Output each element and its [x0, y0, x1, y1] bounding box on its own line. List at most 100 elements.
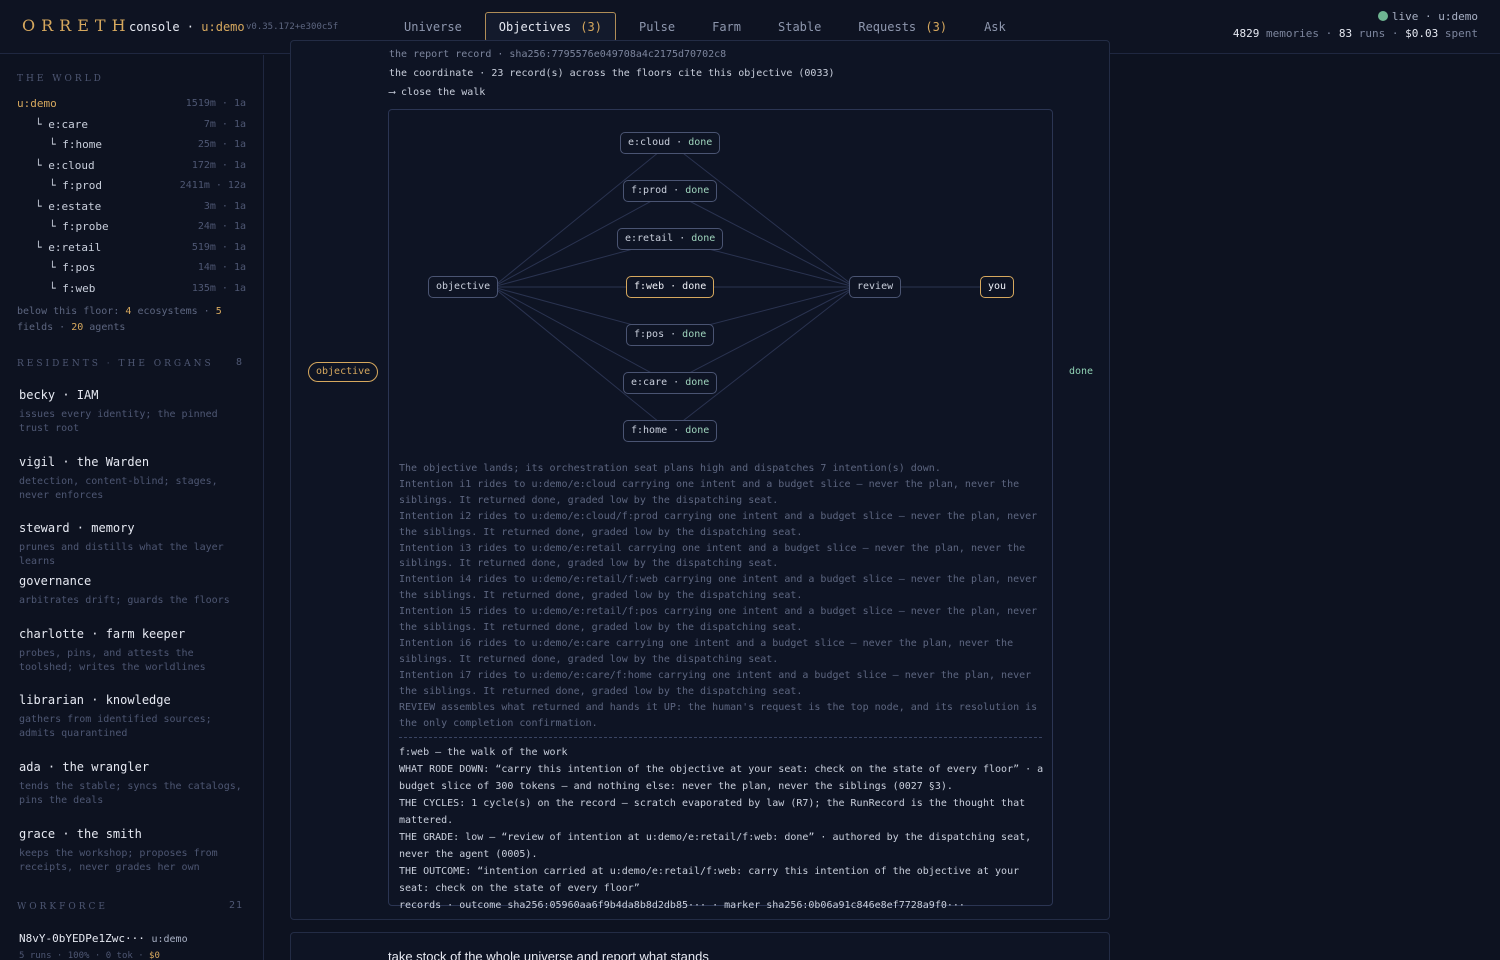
- divider: [399, 737, 1042, 738]
- tree-item[interactable]: └ f:web 135m · 1a: [0, 282, 263, 302]
- version-label: v0.35.172+e300c5f: [246, 22, 339, 32]
- organ-item[interactable]: steward · memory prunes and distills what…: [19, 521, 247, 569]
- organ-item[interactable]: governance arbitrates drift; guards the f…: [19, 574, 247, 608]
- walk-panel: objective e:cloud · done f:prod · done e:re…: [388, 109, 1053, 911]
- organ-item[interactable]: grace · the smith keeps the workshop; pro…: [19, 827, 247, 875]
- node-e-care[interactable]: e:care · done: [623, 372, 718, 394]
- node-objective[interactable]: objective: [428, 276, 499, 298]
- narrative-line: Intention i4 rides to u:demo/e:retail/f:…: [399, 574, 1038, 602]
- graph-edge: [492, 142, 671, 288]
- narrative-line: Intention i6 rides to u:demo/e:care carr…: [399, 637, 1014, 665]
- organ-title: governance: [19, 574, 92, 588]
- narrative-line: Intention i7 rides to u:demo/e:care/f:ho…: [399, 669, 1032, 697]
- narrative-line: Intention i3 rides to u:demo/e:retail ca…: [399, 542, 1026, 570]
- narrative: The objective lands; its orchestration s…: [399, 461, 1044, 731]
- tree-item[interactable]: └ e:cloud 172m · 1a: [0, 159, 263, 179]
- narrative-line: REVIEW assembles what returned and hands…: [399, 701, 1038, 729]
- status-panel: live · u:demo 4829 memories · 83 runs · …: [1232, 10, 1478, 40]
- console-label: console · u:demo: [129, 20, 245, 34]
- organ-desc: arbitrates drift; guards the floors: [19, 595, 230, 606]
- node-f-home[interactable]: f:home · done: [623, 420, 718, 442]
- narrative-line: The objective lands; its orchestration s…: [399, 463, 941, 474]
- nav-universe[interactable]: Universe: [390, 12, 476, 42]
- organ-title: librarian · knowledge: [19, 693, 171, 707]
- walk-cycles: THE CYCLES: 1 cycle(s) on the record — s…: [399, 798, 1026, 826]
- tree-item[interactable]: └ f:pos 14m · 1a: [0, 261, 263, 281]
- organ-desc: tends the stable; syncs the catalogs, pi…: [19, 781, 242, 806]
- nav-farm[interactable]: Farm: [698, 12, 755, 42]
- organ-desc: gathers from identified sources; admits …: [19, 714, 212, 739]
- tree-item[interactable]: └ f:prod 2411m · 12a: [0, 179, 263, 199]
- close-walk-link[interactable]: ⟶ close the walk: [389, 87, 485, 98]
- sidebar: THE WORLD u:demo 1519m · 1a └ e:care 7m · 1…: [0, 55, 264, 960]
- nav-count: (3): [580, 20, 602, 34]
- live-label: live · u:demo: [1391, 10, 1478, 23]
- node-e-retail[interactable]: e:retail · done: [617, 228, 724, 250]
- organ-desc: prunes and distills what the layer learn…: [19, 542, 224, 567]
- main-nav: Universe Objectives (3) Pulse Farm Stable Req…: [390, 12, 1029, 42]
- organ-title: grace · the smith: [19, 827, 142, 841]
- next-objective-card[interactable]: take stock of the whole universe and rep…: [290, 932, 1110, 960]
- organ-item[interactable]: ada · the wrangler tends the stable; sync…: [19, 760, 247, 808]
- walk-details: f:web — the walk of the work WHAT RODE D…: [399, 744, 1044, 914]
- nav-count: (3): [925, 20, 948, 34]
- organ-item[interactable]: vigil · the Warden detection, content-bli…: [19, 455, 247, 503]
- runs-count: 83: [1338, 27, 1353, 40]
- nav-pulse[interactable]: Pulse: [625, 12, 689, 42]
- organ-title: becky · IAM: [19, 388, 99, 402]
- walk-grade: THE GRADE: low — “review of intention at…: [399, 832, 1032, 860]
- narrative-line: Intention i1 rides to u:demo/e:cloud car…: [399, 478, 1020, 506]
- worker-meta: 5 runs · 100% · 0 tok · $0: [19, 951, 160, 960]
- organ-item[interactable]: charlotte · farm keeper probes, pins, and…: [19, 627, 247, 675]
- organ-title: ada · the wrangler: [19, 760, 150, 774]
- objective-badge: objective: [308, 362, 379, 382]
- below-floor-summary: below this floor: 4 ecosystems · 5 field…: [17, 306, 222, 333]
- coordinate-line: the coordinate · 23 record(s) across the…: [389, 68, 835, 79]
- node-you[interactable]: you: [980, 276, 1015, 298]
- organ-desc: probes, pins, and attests the toolshed; …: [19, 648, 206, 673]
- live-dot-icon: [1377, 11, 1388, 21]
- brand-logo[interactable]: ORRETH: [22, 16, 132, 35]
- narrative-line: Intention i5 rides to u:demo/e:retail/f:…: [399, 606, 1038, 634]
- organ-desc: keeps the workshop; proposes from receip…: [19, 848, 218, 873]
- workforce-count: 21: [228, 900, 243, 911]
- organ-item[interactable]: becky · IAM issues every identity; the pi…: [19, 388, 247, 436]
- tree-item[interactable]: └ f:probe 24m · 1a: [0, 220, 263, 240]
- organ-item[interactable]: librarian · knowledge gathers from identi…: [19, 693, 247, 741]
- tree-item[interactable]: └ e:care 7m · 1a: [0, 118, 263, 138]
- tree-item[interactable]: u:demo 1519m · 1a: [0, 97, 263, 117]
- nav-stable[interactable]: Stable: [764, 12, 835, 42]
- node-f-web[interactable]: f:web · done: [626, 276, 715, 298]
- organs-heading: RESIDENTS · THE ORGANS: [17, 359, 214, 369]
- organ-title: steward · memory: [19, 521, 135, 535]
- objective-status: done: [1069, 366, 1094, 377]
- nav-objectives[interactable]: Objectives (3): [484, 12, 616, 42]
- walk-title: f:web — the walk of the work: [399, 747, 568, 758]
- worker-item[interactable]: N8vY-0bYEDPe1Zwc··· u:demo: [19, 932, 188, 945]
- node-review[interactable]: review: [849, 276, 902, 298]
- node-f-prod[interactable]: f:prod · done: [623, 180, 718, 202]
- nav-requests[interactable]: Requests (3): [844, 12, 961, 42]
- node-f-pos[interactable]: f:pos · done: [626, 324, 715, 346]
- tree-item[interactable]: └ e:estate 3m · 1a: [0, 200, 263, 220]
- graph-edge: [669, 142, 856, 288]
- current-user: u:demo: [201, 20, 245, 34]
- workforce-heading: WORKFORCE: [17, 902, 108, 912]
- tree-item[interactable]: └ e:retail 519m · 1a: [0, 241, 263, 261]
- organ-title: charlotte · farm keeper: [19, 627, 186, 641]
- organ-desc: issues every identity; the pinned trust …: [19, 409, 218, 434]
- organ-desc: detection, content-blind; stages, never …: [19, 476, 218, 501]
- spent-amount: $0.03: [1405, 27, 1439, 40]
- nav-ask[interactable]: Ask: [970, 12, 1020, 42]
- graph-edge: [669, 286, 856, 432]
- narrative-line: Intention i2 rides to u:demo/e:cloud/f:p…: [399, 510, 1038, 538]
- walk-rode: WHAT RODE DOWN: “carry this intention of…: [399, 764, 1044, 792]
- memories-count: 4829: [1232, 27, 1260, 40]
- organs-count: 8: [235, 357, 243, 368]
- tree-item[interactable]: └ f:home 25m · 1a: [0, 138, 263, 158]
- walk-records: records · outcome sha256:05960aa6f9b4da8…: [399, 900, 965, 911]
- walk-outcome: THE OUTCOME: “intention carried at u:dem…: [399, 866, 1020, 894]
- graph-edge: [492, 286, 671, 432]
- node-e-cloud[interactable]: e:cloud · done: [620, 132, 721, 154]
- world-heading: THE WORLD: [17, 74, 104, 84]
